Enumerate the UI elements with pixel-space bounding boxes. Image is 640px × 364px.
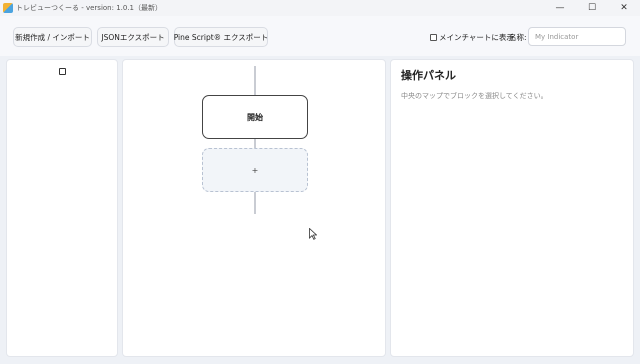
json-export-button[interactable]: JSONエクスポート <box>97 27 169 47</box>
window-title: トレビューつくーる - version: 1.0.1（最新） <box>16 4 163 12</box>
new-import-button[interactable]: 新規作成 / インポート <box>13 27 92 47</box>
connector-line <box>254 192 256 214</box>
close-icon: ✕ <box>620 3 628 13</box>
operation-panel-description: 中央のマップでブロックを選択してください。 <box>401 92 548 100</box>
flow-map-panel: 開始 + <box>122 59 386 357</box>
operation-panel: 操作パネル 中央のマップでブロックを選択してください。 <box>390 59 634 357</box>
collapse-icon[interactable] <box>59 68 66 75</box>
mouse-cursor-icon <box>309 228 317 240</box>
maximize-button[interactable]: ☐ <box>576 0 608 16</box>
operation-panel-title: 操作パネル <box>401 69 456 82</box>
main-chart-toggle[interactable]: メインチャートに表示 <box>430 31 514 43</box>
connector-line <box>254 139 256 148</box>
window-titlebar: トレビューつくーる - version: 1.0.1（最新） — ☐ ✕ <box>0 0 640 16</box>
connector-line <box>254 66 256 95</box>
minimize-button[interactable]: — <box>544 0 576 16</box>
app-icon <box>3 3 13 13</box>
start-block[interactable]: 開始 <box>202 95 308 139</box>
pine-export-button[interactable]: Pine Script® エクスポート <box>174 27 268 47</box>
left-panel <box>6 59 118 357</box>
add-block-button[interactable]: + <box>202 148 308 192</box>
close-button[interactable]: ✕ <box>608 0 640 16</box>
window-controls: — ☐ ✕ <box>544 0 640 16</box>
main-chart-label: メインチャートに表示 <box>439 32 514 42</box>
main-chart-checkbox[interactable] <box>430 33 437 41</box>
name-input[interactable]: My Indicator <box>528 27 626 46</box>
maximize-icon: ☐ <box>587 3 597 13</box>
name-label: 名称: <box>509 33 527 42</box>
minimize-icon: — <box>555 3 565 13</box>
